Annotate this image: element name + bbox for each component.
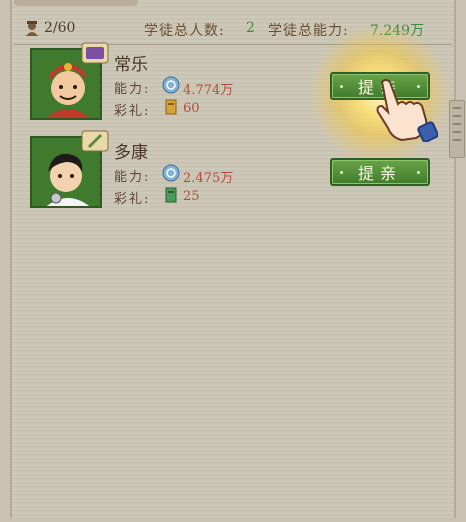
ability-label: 能力: <box>114 170 151 185</box>
gift-label: 彩礼: <box>114 192 151 207</box>
ability-label: 能力: <box>114 82 151 97</box>
ability-value: 4.774万 <box>183 83 234 98</box>
ability-value: 2.475万 <box>183 171 234 186</box>
gift-ticket-icon <box>165 187 177 203</box>
apprentice-name: 常乐 <box>114 55 148 75</box>
top-tab-strip <box>14 0 138 6</box>
propose-button[interactable]: 提亲 <box>330 158 430 186</box>
pointing-hand-icon <box>376 79 438 142</box>
ability-coin-icon <box>162 76 180 94</box>
propose-button-label: 提亲 <box>357 164 402 183</box>
total-count-value: 2 <box>246 20 255 36</box>
apprentice-cap-icon <box>26 21 38 36</box>
apprentice-name: 多康 <box>114 143 148 163</box>
gift-ticket-icon <box>165 99 177 115</box>
trait-badge-icon <box>81 42 109 64</box>
apprentice-capacity: 2/60 <box>44 20 76 36</box>
trait-badge-icon <box>81 130 109 152</box>
ability-coin-icon <box>162 164 180 182</box>
total-count-label: 学徒总人数: <box>144 23 225 39</box>
gift-label: 彩礼: <box>114 104 151 119</box>
gift-value: 25 <box>183 189 200 204</box>
gift-value: 60 <box>183 101 200 116</box>
side-tab-handle[interactable] <box>449 100 465 158</box>
